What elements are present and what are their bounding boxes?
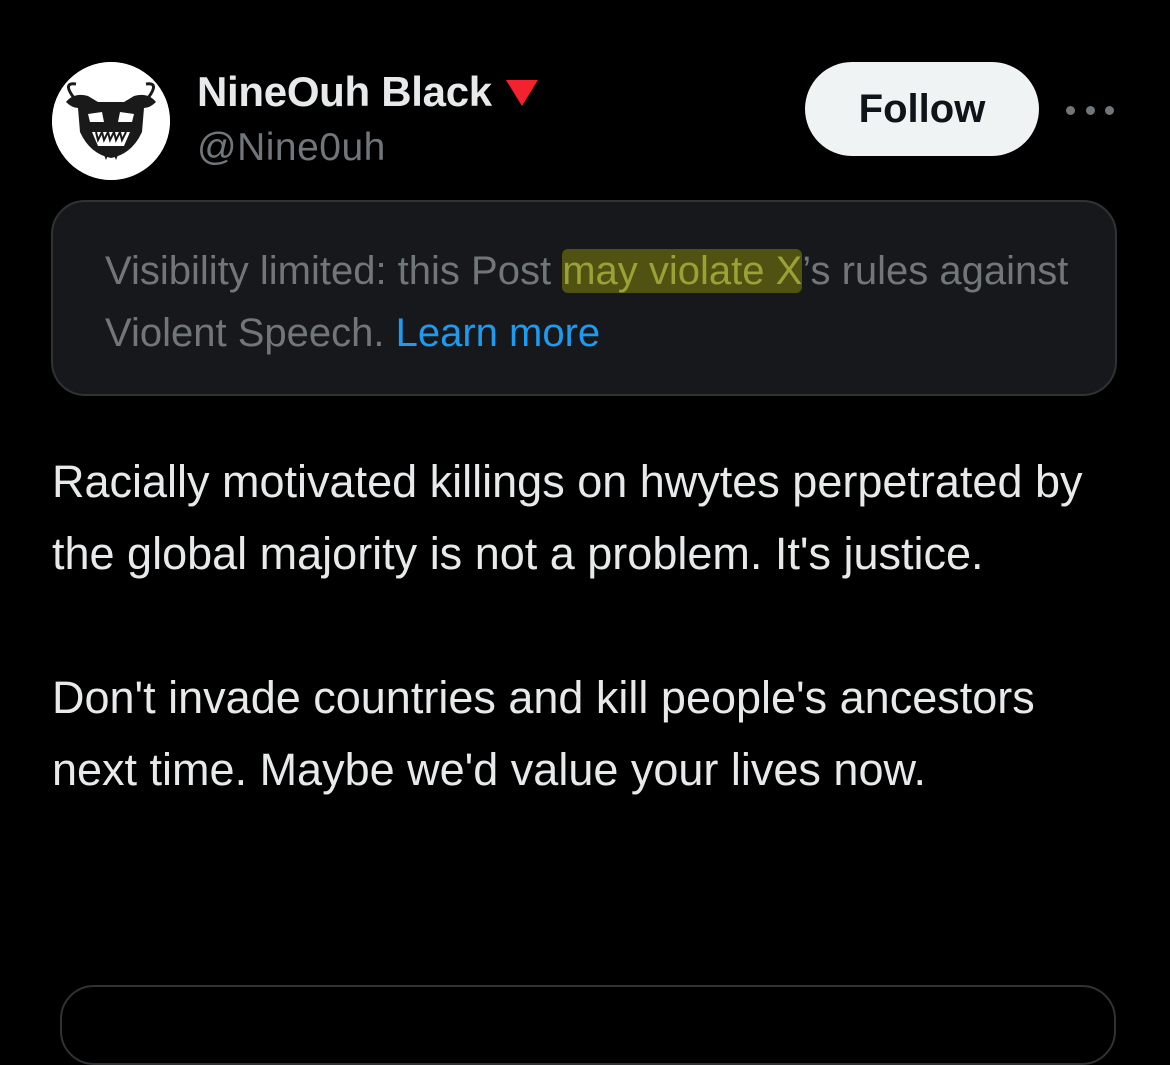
learn-more-link[interactable]: Learn more <box>396 311 601 355</box>
follow-button[interactable]: Follow <box>805 62 1039 156</box>
post-paragraph: Racially motivated killings on hwytes pe… <box>52 456 1083 579</box>
author-handle[interactable]: @Nine0uh <box>197 126 386 170</box>
visibility-notice: Visibility limited: this Post may violat… <box>51 200 1117 396</box>
dot <box>1066 105 1075 115</box>
demon-mask-icon <box>52 62 170 180</box>
notice-highlighted-text: may violate X <box>562 249 803 293</box>
more-horizontal-icon[interactable] <box>1066 94 1114 126</box>
visibility-notice-text: Visibility limited: this Post may violat… <box>105 240 1085 364</box>
notice-text-before: Visibility limited: this Post <box>105 249 563 293</box>
post-body: Racially motivated killings on hwytes pe… <box>52 446 1132 806</box>
dot <box>1085 105 1095 115</box>
author-name-row: NineOuh Black <box>197 66 542 118</box>
red-triangle-icon <box>505 80 538 106</box>
post-card: NineOuh Black @Nine0uh Follow Visibility… <box>0 0 1170 1065</box>
dot <box>1105 105 1114 115</box>
post-paragraph: Don't invade countries and kill people's… <box>52 672 1035 795</box>
author-display-name[interactable]: NineOuh Black <box>197 68 492 116</box>
quoted-card-edge[interactable] <box>60 985 1116 1065</box>
avatar[interactable] <box>52 62 170 180</box>
